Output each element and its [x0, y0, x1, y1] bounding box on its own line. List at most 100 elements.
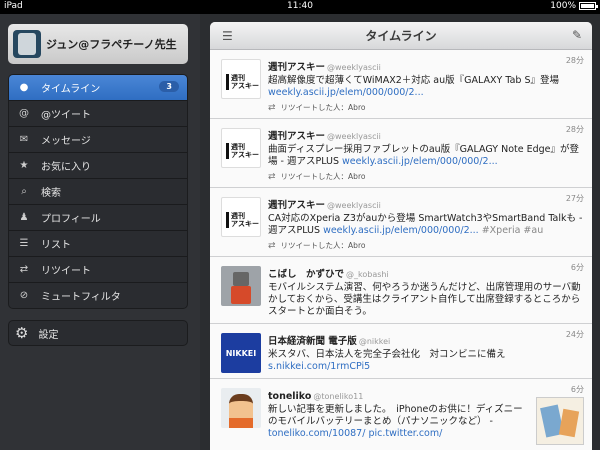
retweeted-by: ⇄ リツイートした人：Abro [268, 172, 366, 182]
sidebar-item-label: お気に入り [41, 162, 91, 173]
tweet-text: モバイルシステム演習、何やろうか迷うんだけど、出席管理用のサーバ動かしておくから… [268, 282, 581, 317]
tweet-author: toneliko [268, 391, 312, 402]
sidebar-item-retweets[interactable]: ⇄ リツイート [9, 257, 187, 283]
tweet[interactable]: toneliko @toneliko11 6分 新しい記事を更新しました。 iPh… [210, 379, 592, 450]
sidebar-item-label: @ツイート [41, 110, 91, 121]
tweet-link[interactable]: toneliko.com/10087/ pic.twitter.com/ [268, 428, 442, 439]
account-name: ジュン@フラペチーノ先生 [46, 38, 177, 51]
search-icon: ⌕ [21, 186, 27, 197]
tweet-author: 週刊アスキー [268, 131, 326, 142]
retweet-icon: ⇄ [268, 241, 276, 251]
tweet-time: 28分 [565, 56, 584, 65]
tweet-avatar[interactable] [221, 266, 261, 306]
battery-percent: 100% [550, 1, 576, 11]
tweet-time: 6分 [570, 263, 584, 272]
tweet-time: 24分 [565, 330, 584, 339]
tweet-link[interactable]: weekly.ascii.jp/elem/000/000/2... [342, 156, 498, 167]
person-icon: ♟ [19, 212, 29, 223]
tweet-avatar[interactable]: 週刊 アスキー [221, 59, 261, 99]
sidebar-item-mute-filter[interactable]: ⊘ ミュートフィルタ [9, 283, 187, 308]
battery-icon [579, 2, 598, 10]
avatar-logo-text: 週刊 アスキー [226, 212, 259, 228]
tweet-handle: @toneliko11 [313, 392, 364, 401]
sidebar-item-label: ミュートフィルタ [41, 292, 121, 303]
list-icon: ☰ [19, 238, 29, 249]
page-title: タイムライン [365, 29, 437, 43]
sidebar-item-profile[interactable]: ♟ プロフィール [9, 205, 187, 231]
tweet-text: 新しい記事を更新しました。 iPhoneのお供に！ディズニーのモバイルバッテリー… [268, 404, 523, 439]
avatar-logo-text: 週刊 アスキー [226, 143, 259, 159]
settings-label: 設定 [38, 329, 59, 341]
retweet-icon: ⇄ [268, 103, 276, 113]
retweeted-by: ⇄ リツイートした人：Abro [268, 241, 366, 251]
tweet[interactable]: 週刊 アスキー 週刊アスキー @weeklyascii 28分 超高解像度で超薄く… [210, 50, 592, 119]
retweeted-by: ⇄ リツイートした人：Abro [268, 103, 366, 113]
sidebar-item-label: プロフィール [41, 214, 101, 225]
at-icon: @ [19, 108, 29, 119]
tweet-hashtags[interactable]: #Xperia #au [479, 225, 544, 236]
mute-icon: ⊘ [19, 290, 29, 301]
sidebar-menu: ● タイムライン 3 @ @ツイート ✉ メッセージ ★ お気に入り ⌕ 検索 … [8, 74, 188, 309]
gear-icon: ⚙ [15, 324, 29, 342]
tweet-link[interactable]: s.nikkei.com/1rmCPi5 [268, 361, 370, 372]
tweet-author: 週刊アスキー [268, 200, 326, 211]
sidebar-item-messages[interactable]: ✉ メッセージ [9, 127, 187, 153]
tweet-handle: @_kobashi [346, 270, 389, 279]
tweet-text: 米スタバ、日本法人を完全子会社化 対コンビニに備え s.nikkei.com/1… [268, 349, 506, 372]
settings-button[interactable]: ⚙ 設定 [8, 320, 188, 346]
sidebar-item-label: 検索 [41, 188, 61, 199]
avatar-logo-text: NIKKEI [225, 348, 257, 358]
sidebar: ジュン@フラペチーノ先生 ● タイムライン 3 @ @ツイート ✉ メッセージ … [0, 14, 200, 450]
sidebar-item-search[interactable]: ⌕ 検索 [9, 179, 187, 205]
tweet-handle: @weeklyascii [327, 63, 381, 72]
tweet-avatar[interactable]: 週刊 アスキー [221, 197, 261, 237]
tweet[interactable]: こばし かずひで @_kobashi 6分 モバイルシステム演習、何やろうか迷うん… [210, 257, 592, 324]
tweet-link[interactable]: weekly.ascii.jp/elem/000/000/2... [323, 225, 479, 236]
tweet-author: こばし かずひで [268, 269, 345, 280]
tweet-list: 週刊 アスキー 週刊アスキー @weeklyascii 28分 超高解像度で超薄く… [210, 50, 592, 450]
star-icon: ★ [19, 160, 29, 171]
tweet-text: 曲面ディスプレー採用ファブレットのau版『GALAGY Note Edge』が登… [268, 144, 580, 167]
envelope-icon: ✉ [19, 134, 29, 145]
tweet-text: CA対応のXperia Z3がauから登場 SmartWatch3やSmartB… [268, 213, 583, 236]
tweet-time: 28分 [565, 125, 584, 134]
tweet[interactable]: NIKKEI 日本経済新聞 電子版 @nikkei 24分 米スタバ、日本法人を完… [210, 324, 592, 379]
avatar-logo-text: 週刊 アスキー [226, 74, 259, 90]
tweet-handle: @nikkei [358, 337, 391, 346]
retweet-icon: ⇄ [19, 264, 29, 275]
list-icon[interactable]: ☰ [222, 29, 233, 43]
battery-indicator: 100% [550, 1, 598, 11]
timeline-panel: ☰ タイムライン ✎ 週刊 アスキー 週刊アスキー @weeklyascii 28… [210, 22, 592, 450]
retweet-icon: ⇄ [268, 172, 276, 182]
sidebar-item-lists[interactable]: ☰ リスト [9, 231, 187, 257]
status-bar: iPad 11:40 100% [0, 0, 600, 14]
sidebar-item-label: リスト [41, 240, 71, 251]
timeline-header: ☰ タイムライン ✎ [210, 22, 592, 50]
tweet-time: 6分 [570, 385, 584, 394]
account-button[interactable]: ジュン@フラペチーノ先生 [8, 24, 188, 64]
tweet-image-thumbnail[interactable] [536, 397, 584, 445]
tweet-time: 27分 [565, 194, 584, 203]
tweet-link[interactable]: weekly.ascii.jp/elem/000/000/2... [268, 87, 424, 98]
tweet-avatar[interactable]: NIKKEI [221, 333, 261, 373]
tweet-author: 週刊アスキー [268, 62, 326, 73]
tweet-author: 日本経済新聞 電子版 [268, 336, 357, 347]
sidebar-item-favorites[interactable]: ★ お気に入り [9, 153, 187, 179]
compose-icon[interactable]: ✎ [572, 28, 582, 42]
tweet-avatar[interactable] [221, 388, 261, 428]
sidebar-item-mentions[interactable]: @ @ツイート [9, 101, 187, 127]
tweet[interactable]: 週刊 アスキー 週刊アスキー @weeklyascii 27分 CA対応のXper… [210, 188, 592, 257]
clock: 11:40 [287, 1, 313, 11]
tweet-handle: @weeklyascii [327, 132, 381, 141]
speech-bubble-icon: ● [19, 82, 29, 93]
sidebar-item-label: リツイート [41, 266, 91, 277]
avatar [13, 30, 41, 58]
tweet-handle: @weeklyascii [327, 201, 381, 210]
tweet-text: 超高解像度で超薄くてWiMAX2＋対応 au版『GALAXY Tab S』登場 … [268, 75, 559, 98]
tweet-avatar[interactable]: 週刊 アスキー [221, 128, 261, 168]
sidebar-item-label: メッセージ [41, 136, 91, 147]
tweet[interactable]: 週刊 アスキー 週刊アスキー @weeklyascii 28分 曲面ディスプレー採… [210, 119, 592, 188]
sidebar-item-timeline[interactable]: ● タイムライン 3 [9, 75, 187, 101]
sidebar-item-label: タイムライン [41, 84, 101, 95]
unread-badge: 3 [159, 81, 179, 92]
